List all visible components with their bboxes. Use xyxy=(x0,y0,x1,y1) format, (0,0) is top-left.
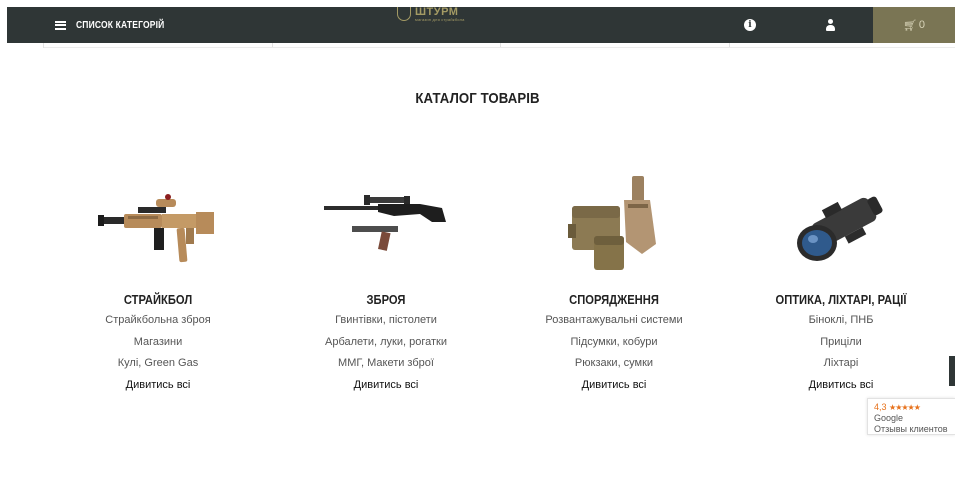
info-button[interactable]: i xyxy=(735,7,765,43)
air-rifle-pistol-image[interactable] xyxy=(272,170,500,278)
category-list-label: СПИСОК КАТЕГОРІЙ xyxy=(76,19,165,31)
cart-icon: 🛒︎ xyxy=(902,18,917,32)
google-label: Google xyxy=(874,413,904,423)
category-link[interactable]: Розвантажувальні системи xyxy=(500,310,728,332)
account-button[interactable] xyxy=(815,7,845,43)
category-list-button[interactable]: СПИСОК КАТЕГОРІЙ xyxy=(55,7,180,43)
rating-stars-icon: ★★★★★ xyxy=(889,403,921,412)
category-card-equipment: СПОРЯДЖЕННЯ Розвантажувальні системи Під… xyxy=(500,170,728,396)
customer-reviews-label: Отзывы клиентов xyxy=(874,424,948,434)
category-card-optics: ОПТИКА, ЛІХТАРІ, РАЦІЇ Біноклі, ПНБ Приц… xyxy=(727,170,955,396)
view-all-link[interactable]: Дивитись всі xyxy=(44,375,272,397)
logo-text: ШТУРМ xyxy=(415,6,459,18)
view-all-link[interactable]: Дивитись всі xyxy=(727,375,955,397)
category-title-optics[interactable]: ОПТИКА, ЛІХТАРІ, РАЦІЇ xyxy=(743,290,939,310)
category-link[interactable]: Рюкзаки, сумки xyxy=(500,353,728,375)
logo-shield-icon xyxy=(397,7,411,21)
category-link[interactable]: Кулі, Green Gas xyxy=(44,353,272,375)
category-card-airsoft: СТРАЙКБОЛ Страйкбольна зброя Магазини Ку… xyxy=(44,170,272,396)
subnav-dividers xyxy=(43,43,955,48)
view-all-link[interactable]: Дивитись всі xyxy=(272,375,500,397)
airsoft-rifle-icon xyxy=(98,194,214,263)
category-card-weapons: ЗБРОЯ Гвинтівки, пістолети Арбалети, лук… xyxy=(272,170,500,396)
cart-count: 0 xyxy=(918,19,926,31)
category-link[interactable]: ММГ, Макети зброї xyxy=(272,353,500,375)
cart-button[interactable]: 🛒︎ 0 xyxy=(873,7,955,43)
store-logo[interactable]: ШТУРМ магазин для страйкбола xyxy=(397,7,467,23)
category-link[interactable]: Гвинтівки, пістолети xyxy=(272,310,500,332)
category-title-airsoft[interactable]: СТРАЙКБОЛ xyxy=(60,290,256,310)
category-link[interactable]: Магазини xyxy=(44,332,272,354)
side-feedback-tab[interactable] xyxy=(949,356,955,386)
night-vision-image[interactable] xyxy=(727,170,955,278)
category-title-weapons[interactable]: ЗБРОЯ xyxy=(288,290,484,310)
rifle-pistol-icon xyxy=(324,195,446,251)
category-link[interactable]: Арбалети, луки, рогатки xyxy=(272,332,500,354)
night-vision-scope-icon xyxy=(797,196,883,261)
hamburger-menu-icon xyxy=(55,20,66,30)
info-icon: i xyxy=(744,19,756,31)
logo-subtitle: магазин для страйкбола xyxy=(415,17,465,22)
tactical-pouches-icon xyxy=(568,176,656,270)
category-link[interactable]: Страйкбольна зброя xyxy=(44,310,272,332)
category-link[interactable]: Ліхтарі xyxy=(727,353,955,375)
catalog-title: КАТАЛОГ ТОВАРІВ xyxy=(415,90,540,107)
category-title-equipment[interactable]: СПОРЯДЖЕННЯ xyxy=(516,290,712,310)
view-all-link[interactable]: Дивитись всі xyxy=(500,375,728,397)
category-link[interactable]: Підсумки, кобури xyxy=(500,332,728,354)
google-reviews-badge[interactable]: 4,3 ★★★★★ Google Отзывы клиентов xyxy=(867,398,955,435)
category-link[interactable]: Біноклі, ПНБ xyxy=(727,310,955,332)
category-link[interactable]: Приціли xyxy=(727,332,955,354)
airsoft-rifle-image[interactable] xyxy=(44,170,272,278)
user-icon xyxy=(825,19,836,31)
google-rating-value: 4,3 xyxy=(874,402,887,412)
tactical-pouches-image[interactable] xyxy=(500,170,728,278)
top-navigation-bar: СПИСОК КАТЕГОРІЙ ШТУРМ магазин для страй… xyxy=(7,7,955,43)
